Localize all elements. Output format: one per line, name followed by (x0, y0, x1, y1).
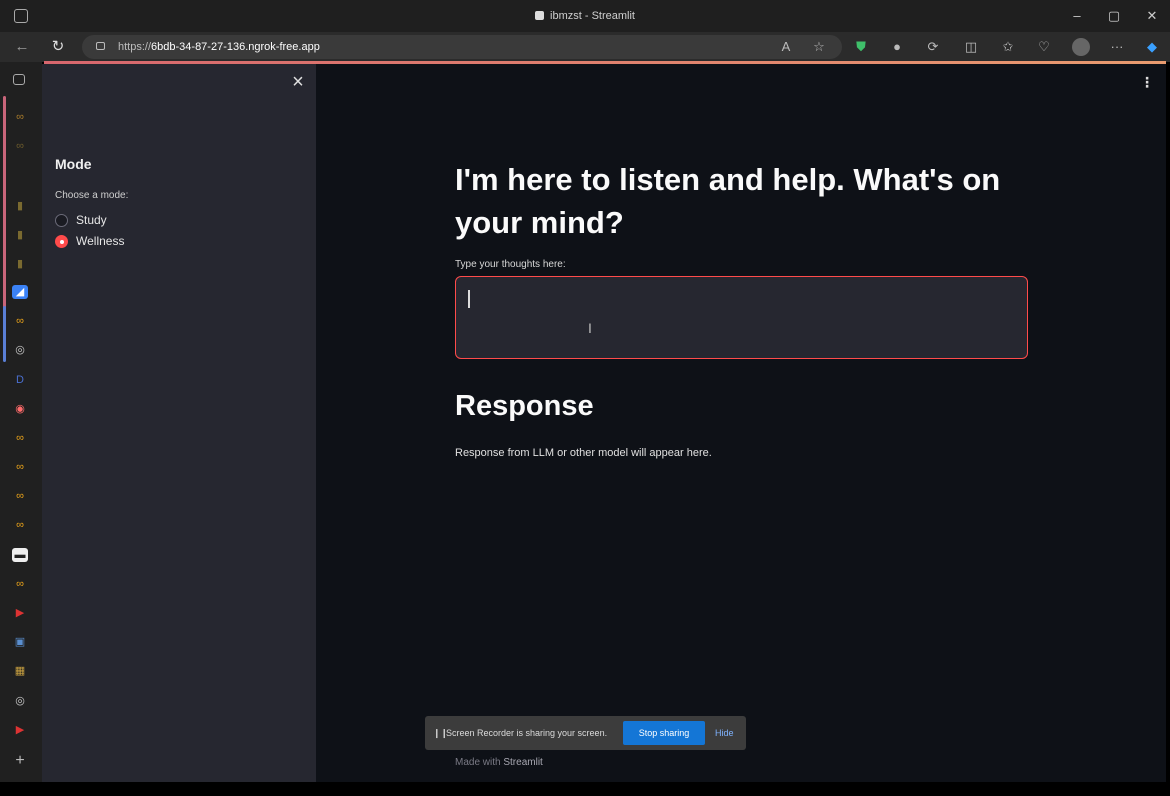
radio-option-label: Study (76, 213, 107, 227)
maximize-button[interactable]: ▢ (1099, 6, 1129, 26)
page-title: I'm here to listen and help. What's on y… (455, 162, 1001, 240)
back-button[interactable]: ← (12, 37, 32, 57)
grid-tab-icon[interactable]: ▦ (12, 664, 28, 678)
tab-panel-icon[interactable] (13, 74, 25, 85)
shield-extension-icon[interactable]: ⛊ (852, 38, 870, 56)
copilot-icon[interactable]: ◆ (1143, 38, 1161, 56)
screen-share-notification: ❙❙ Screen Recorder is sharing your scree… (425, 716, 746, 750)
sidebar-title: Mode (55, 156, 92, 172)
new-tab-plus-icon[interactable]: + (12, 753, 28, 769)
profile-avatar[interactable] (1072, 38, 1090, 56)
text-caret (468, 290, 470, 308)
stop-sharing-button[interactable]: Stop sharing (623, 721, 705, 745)
streamlit-sidebar: × Mode Choose a mode: Study Wellness (42, 64, 316, 782)
extension-icon[interactable]: ● (888, 38, 906, 56)
response-heading: Response (455, 390, 594, 422)
mouse-ibeam-cursor-icon: I (588, 320, 592, 336)
colab-tab-icon[interactable]: ∞ (12, 489, 28, 503)
mode-radio-label: Choose a mode: (55, 190, 129, 201)
radio-selected-icon[interactable] (55, 234, 68, 248)
tab-favicon-icon (535, 11, 545, 20)
streamlit-main: ⋮ I'm here to listen and help. What's on… (316, 64, 1166, 782)
window-title: ibmzst - Streamlit (0, 10, 1170, 22)
streamlit-link[interactable]: Streamlit (503, 757, 542, 768)
streamlit-tab-icon[interactable]: ▬ (12, 548, 28, 562)
more-menu-icon[interactable]: ··· (1108, 38, 1126, 56)
github-tab-icon[interactable]: ◎ (12, 343, 28, 357)
split-screen-icon[interactable]: ◫ (962, 38, 980, 56)
colab-tab-icon[interactable]: ∞ (12, 110, 28, 124)
colab-tab-icon[interactable]: ∞ (12, 518, 28, 532)
address-bar[interactable]: https://6bdb-34-87-27-136.ngrok-free.app (82, 35, 842, 59)
url-host: 6bdb-34-87-27-136.ngrok-free.app (151, 41, 320, 53)
window-close-button[interactable]: ✕ (1137, 6, 1167, 26)
favorites-icon[interactable]: ✩ (999, 38, 1017, 56)
puzzle-extension-icon[interactable]: ⟳ (924, 38, 942, 56)
image-tab-icon[interactable]: ▣ (12, 635, 28, 649)
radio-option-study[interactable]: Study (55, 213, 107, 227)
screen-bottom-edge (0, 782, 1170, 796)
colab-tab-icon[interactable]: ∞ (12, 431, 28, 445)
made-with-footer: Made with Streamlit (455, 757, 543, 768)
browser-essentials-icon[interactable]: ♡ (1035, 38, 1053, 56)
vertical-tab-strip: ∞ ∞ ▮ ▮ ▮ ◢ ∞ ◎ D ◉ ∞ ∞ ∞ ∞ ▬ ∞ ▶ ▣ ▦ ◎ … (0, 62, 42, 782)
response-text: Response from LLM or other model will ap… (455, 447, 712, 459)
reload-button[interactable]: ↻ (48, 37, 68, 57)
chart-tab-icon[interactable]: ▮ (12, 257, 28, 271)
hide-share-bar-link[interactable]: Hide (715, 728, 734, 738)
radio-unselected-icon[interactable] (55, 213, 68, 227)
colab-tab-icon[interactable]: ∞ (12, 139, 28, 153)
thoughts-input[interactable] (455, 276, 1028, 359)
browser-toolbar: ← ↻ https://6bdb-34-87-27-136.ngrok-free… (0, 32, 1170, 62)
chart-tab-icon[interactable]: ▮ (12, 228, 28, 242)
colab-tab-icon[interactable]: ∞ (12, 577, 28, 591)
share-message: Screen Recorder is sharing your screen. (446, 728, 608, 738)
thoughts-input-label: Type your thoughts here: (455, 259, 566, 270)
read-aloud-icon[interactable]: A (777, 38, 795, 56)
youtube-tab-icon[interactable]: ▶ (12, 723, 28, 737)
tab-group-indicator (3, 306, 6, 362)
lock-icon (96, 42, 105, 50)
colab-tab-icon[interactable]: ∞ (12, 314, 28, 328)
active-tab-icon[interactable]: ◢ (12, 285, 28, 299)
app-menu-icon[interactable]: ⋮ (1140, 74, 1154, 91)
url-prefix: https:// (118, 41, 152, 53)
chart-tab-icon[interactable]: ▮ (12, 199, 28, 213)
window-titlebar: ibmzst - Streamlit – ▢ ✕ (0, 0, 1170, 32)
record-tab-icon[interactable]: ◉ (12, 402, 28, 416)
radio-option-label: Wellness (76, 234, 125, 248)
tab-group-indicator (3, 96, 6, 308)
docs-tab-icon[interactable]: D (12, 373, 28, 387)
colab-tab-icon[interactable]: ∞ (12, 460, 28, 474)
sidebar-close-icon[interactable]: × (288, 72, 308, 92)
radio-option-wellness[interactable]: Wellness (55, 234, 124, 248)
minimize-button[interactable]: – (1062, 6, 1092, 26)
youtube-tab-icon[interactable]: ▶ (12, 606, 28, 620)
favorite-star-icon[interactable]: ☆ (810, 38, 828, 56)
github-tab-icon[interactable]: ◎ (12, 694, 28, 708)
